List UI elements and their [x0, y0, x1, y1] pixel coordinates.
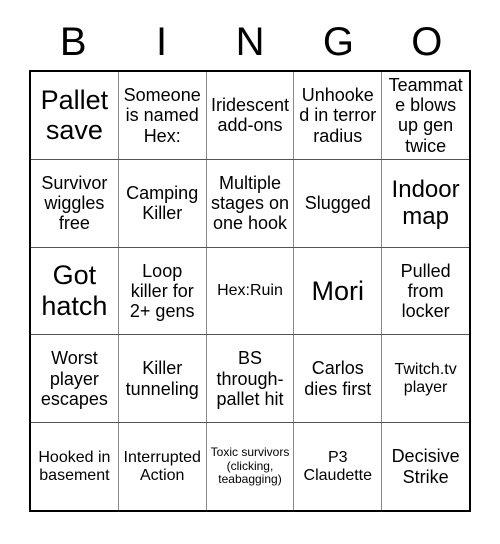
bingo-row: Hooked in basement Interrupted Action To…	[31, 423, 469, 510]
bingo-cell-text: Loop killer for 2+ gens	[129, 260, 195, 322]
bingo-cell-text: Hooked in basement	[38, 448, 111, 484]
bingo-header-letter-o: O	[411, 20, 443, 64]
bingo-cell[interactable]: Toxic survivors (clicking, teabagging)	[207, 423, 295, 510]
bingo-cell[interactable]: Camping Killer	[119, 159, 207, 247]
bingo-cell[interactable]: Pulled from locker	[382, 248, 469, 335]
bingo-cell-text: Pallet save	[40, 84, 109, 146]
bingo-cell[interactable]: Indoor map	[382, 160, 469, 247]
bingo-cell-text: Survivor wiggles free	[41, 172, 108, 234]
bingo-header-row: B I N G O	[29, 14, 471, 70]
bingo-cell[interactable]: Hooked in basement	[31, 423, 119, 510]
bingo-cell[interactable]: Carlos dies first	[294, 335, 383, 423]
bingo-cell-text: Teammate blows up gen twice	[388, 74, 463, 156]
bingo-cell[interactable]: Mori	[294, 247, 383, 335]
bingo-cell[interactable]: Pallet save	[31, 72, 119, 159]
bingo-cell[interactable]: Teammate blows up gen twice	[382, 72, 469, 159]
bingo-cell[interactable]: Multiple stages on one hook	[207, 159, 295, 247]
bingo-row: Survivor wiggles free Camping Killer Mul…	[31, 159, 469, 248]
bingo-cell-text: BS through-pallet hit	[216, 348, 284, 409]
bingo-cell-text: Interrupted Action	[123, 448, 201, 484]
bingo-cell-text: Pulled from locker	[400, 260, 451, 322]
bingo-cell[interactable]: Decisive Strike	[382, 423, 469, 510]
bingo-cell-text: Worst player escapes	[40, 348, 108, 409]
bingo-cell-text: Indoor map	[391, 176, 460, 231]
bingo-row: Pallet save Someone is named Hex: Irides…	[31, 72, 469, 160]
bingo-row: Worst player escapes Killer tunneling BS…	[31, 335, 469, 424]
bingo-cell-text: Killer tunneling	[125, 358, 199, 399]
bingo-cell-text: Decisive Strike	[391, 446, 460, 487]
bingo-cell-text: Got hatch	[41, 260, 108, 321]
bingo-header-letter-n: N	[235, 20, 265, 64]
bingo-cell-text: Hex:Ruin	[217, 281, 283, 299]
bingo-cell[interactable]: P3 Claudette	[294, 423, 383, 510]
bingo-grid: Pallet save Someone is named Hex: Irides…	[29, 70, 471, 512]
bingo-cell-text: P3 Claudette	[303, 448, 373, 484]
bingo-cell[interactable]: Worst player escapes	[31, 335, 119, 423]
bingo-cell[interactable]: Twitch.tv player	[382, 335, 469, 422]
bingo-cell-text: Twitch.tv player	[394, 360, 457, 396]
bingo-cell[interactable]: Unhooked in terror radius	[294, 72, 383, 159]
bingo-cell-text: Iridescent add-ons	[210, 95, 290, 136]
bingo-cell[interactable]: Hex:Ruin	[207, 247, 295, 335]
bingo-header-letter-g: G	[322, 20, 354, 64]
bingo-cell[interactable]: Survivor wiggles free	[31, 159, 119, 247]
bingo-cell[interactable]: Killer tunneling	[119, 335, 207, 423]
bingo-header-letter-b: B	[59, 20, 87, 64]
bingo-cell[interactable]: BS through-pallet hit	[207, 335, 295, 423]
bingo-cell[interactable]: Slugged	[294, 159, 383, 247]
bingo-cell-text: Carlos dies first	[304, 358, 372, 399]
bingo-cell[interactable]: Iridescent add-ons	[207, 72, 295, 159]
bingo-cell-text: Toxic survivors (clicking, teabagging)	[210, 445, 290, 487]
bingo-cell[interactable]: Interrupted Action	[119, 423, 207, 510]
bingo-cell[interactable]: Loop killer for 2+ gens	[119, 247, 207, 335]
bingo-cell-text: Unhooked in terror radius	[299, 84, 377, 146]
bingo-cell-text: Mori	[311, 275, 365, 306]
bingo-header-letter-i: I	[156, 20, 168, 64]
bingo-cell-text: Multiple stages on one hook	[210, 172, 290, 234]
bingo-cell-text: Camping Killer	[126, 182, 199, 224]
bingo-card: B I N G O Pallet save Someone is named H…	[0, 0, 500, 544]
bingo-cell[interactable]: Got hatch	[31, 247, 119, 335]
bingo-cell[interactable]: Someone is named Hex:	[119, 72, 207, 159]
bingo-cell-text: Someone is named Hex:	[123, 84, 201, 146]
bingo-cell-text: Slugged	[304, 193, 371, 214]
bingo-row: Got hatch Loop killer for 2+ gens Hex:Ru…	[31, 247, 469, 336]
